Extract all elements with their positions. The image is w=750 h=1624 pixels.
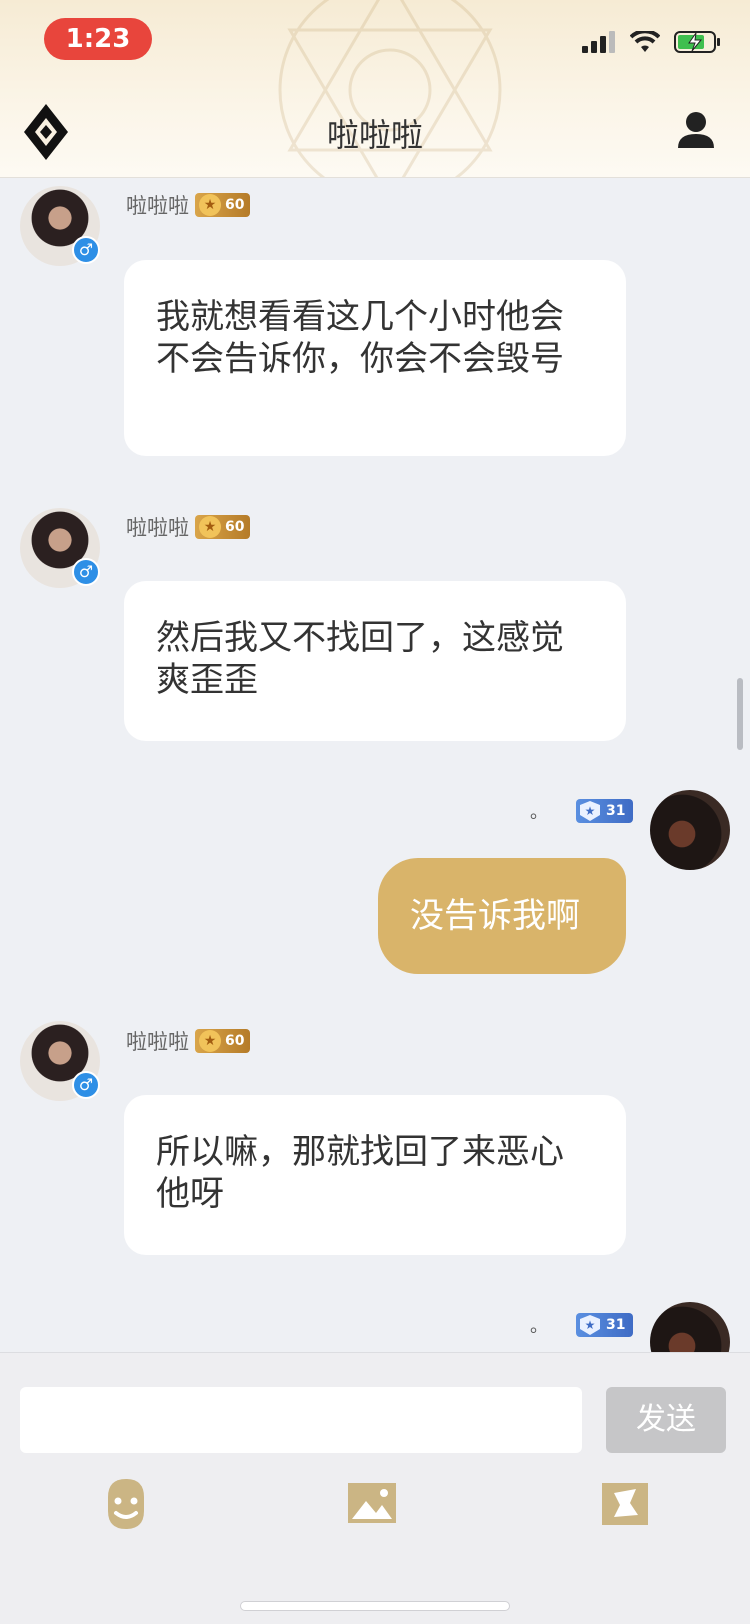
level-badge: ★ 60 [195,193,251,217]
wifi-icon [630,31,660,52]
image-icon[interactable] [346,1475,398,1531]
level-value: 31 [606,1317,626,1333]
level-value: 31 [606,803,626,819]
message-input[interactable] [20,1387,582,1453]
star-icon: ★ [199,194,221,216]
input-area: 发送 [0,1352,750,1624]
sender-name: 啦啦啦 [126,1030,189,1054]
my-avatar[interactable] [650,1302,730,1352]
sender-name: 啦啦啦 [126,194,189,218]
male-gender-icon: ♂ [72,236,100,264]
message-bubble[interactable]: 然后我又不找回了，这感觉爽歪歪 [124,581,626,741]
page-title: 啦啦啦 [326,116,423,154]
my-message-bubble[interactable]: 没告诉我啊 [378,858,626,974]
level-value: 60 [225,1033,245,1049]
message-bubble[interactable]: 我就想看看这几个小时他会不会告诉你，你会不会毁号 [124,260,626,456]
sender-info: 啦啦啦 ★ 60 [126,1026,251,1056]
emoji-icon[interactable] [98,1475,154,1531]
nav-bar: 啦啦啦 [0,92,750,172]
profile-icon[interactable] [676,110,716,150]
sender-info: 啦啦啦 ★ 60 [126,512,251,542]
level-badge: ★ 60 [195,1029,251,1053]
signal-icon [582,31,615,53]
level-value: 60 [225,197,245,213]
sender-name: 啦啦啦 [126,516,189,540]
level-value: 60 [225,519,245,535]
male-gender-icon: ♂ [72,558,100,586]
sticker-icon[interactable] [600,1475,650,1531]
star-icon: ★ [199,516,221,538]
battery-icon [674,31,720,53]
star-icon: ★ [199,1030,221,1052]
star-icon: ★ [580,1315,600,1335]
male-gender-icon: ♂ [72,1071,100,1099]
home-indicator[interactable] [240,1601,510,1611]
level-badge: ★ 31 [576,1313,634,1337]
chat-list[interactable]: ♂ 啦啦啦 ★ 60 我就想看看这几个小时他会不会告诉你，你会不会毁号 ♂ 啦啦啦… [0,178,750,1352]
status-icons [582,30,722,54]
level-badge: ★ 60 [195,515,251,539]
my-name: 。 [530,1316,548,1337]
header: 1:23 啦啦啦 [0,0,750,178]
scrollbar[interactable] [737,678,743,750]
message-bubble[interactable]: 所以嘛，那就找回了来恶心他呀 [124,1095,626,1255]
status-time: 1:23 [44,18,152,60]
status-bar: 1:23 [0,0,750,80]
sender-info: 啦啦啦 ★ 60 [126,190,251,220]
my-sender-info: 。 ★ 31 [530,798,634,824]
my-avatar[interactable] [650,790,730,870]
star-icon: ★ [580,801,600,821]
level-badge: ★ 31 [576,799,634,823]
send-button[interactable]: 发送 [606,1387,726,1453]
my-name: 。 [530,802,548,823]
my-sender-info: 。 ★ 31 [530,1312,634,1338]
